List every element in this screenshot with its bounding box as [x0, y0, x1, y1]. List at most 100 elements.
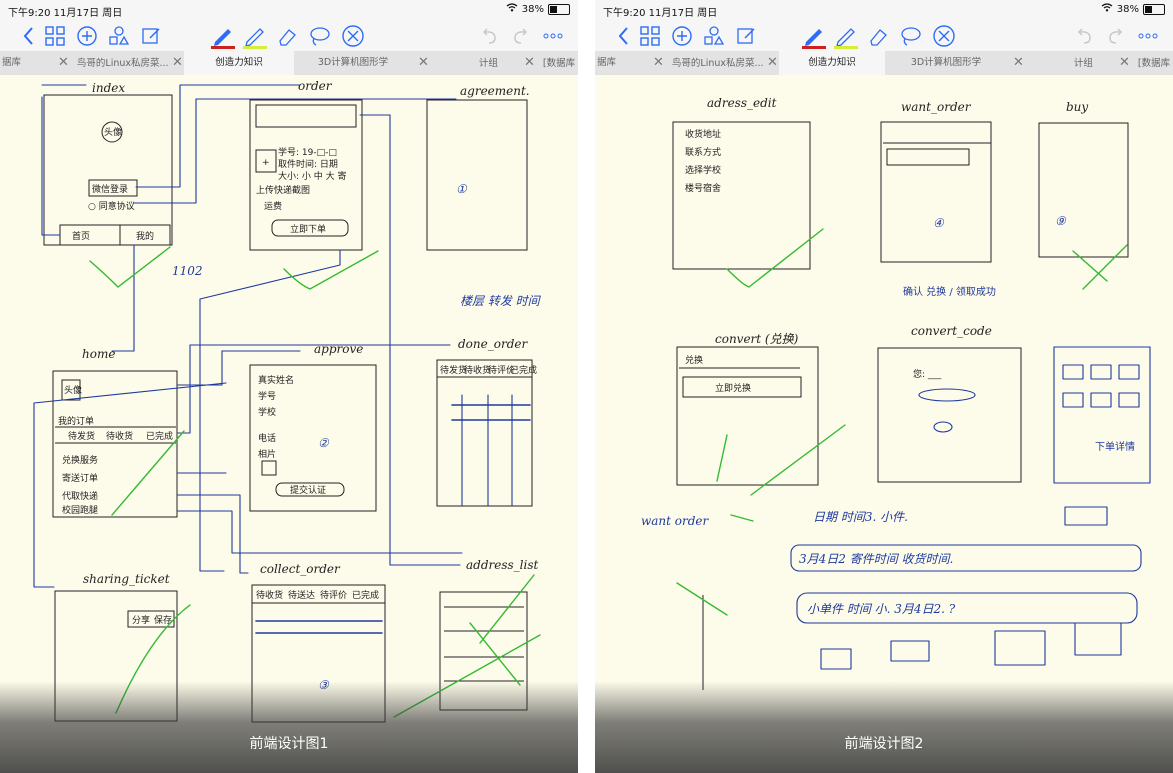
agree-label: ○ 同意协议 — [88, 200, 135, 212]
close-circle-icon[interactable] — [340, 23, 366, 49]
highlighter-icon[interactable] — [242, 23, 268, 49]
status-time: 下午9:20 11月17日 周日 — [8, 8, 123, 19]
tab-creativity[interactable]: 创造力知识 — [779, 51, 885, 75]
tab-computer-org[interactable]: ✕ 计组 — [1007, 51, 1125, 75]
svg-text:学校: 学校 — [258, 406, 276, 418]
index-frame — [43, 94, 173, 246]
battery-icon — [1143, 3, 1165, 15]
lasso-icon[interactable] — [897, 23, 923, 49]
more-icon[interactable] — [1135, 23, 1161, 49]
svg-text:待发货: 待发货 — [440, 364, 467, 376]
highlighter-icon[interactable] — [833, 23, 859, 49]
svg-text:立即下单: 立即下单 — [290, 223, 326, 235]
label-address-list: address_list — [466, 558, 539, 572]
tab-close[interactable]: ✕ — [172, 51, 184, 75]
label-done-order: done_order — [458, 337, 528, 351]
svg-text:小单件 时间 小. 3月4日2. ?: 小单件 时间 小. 3月4日2. ? — [807, 602, 956, 616]
more-icon[interactable] — [540, 23, 566, 49]
tab-close[interactable]: ✕ — [767, 51, 779, 75]
toolbar — [595, 20, 1173, 51]
undo-icon[interactable] — [476, 23, 502, 49]
label-agreement: agreement. — [460, 84, 530, 98]
note-mid: 确认 兑换 / 领取成功 — [903, 285, 996, 298]
lasso-icon[interactable] — [306, 23, 332, 49]
svg-text:①: ① — [456, 182, 468, 196]
label-order: order — [298, 79, 333, 93]
svg-text:分享: 分享 — [132, 614, 150, 626]
close-icon: ✕ — [524, 55, 535, 70]
svg-text:头像: 头像 — [64, 384, 82, 396]
screenshot-right: 下午9:20 11月17日 周日 38% 据库 ✕ 鸟哥的Linux私房菜... … — [595, 0, 1173, 773]
tab-linux[interactable]: ✕ 鸟哥的Linux私房菜... — [647, 51, 773, 75]
svg-text:运费: 运费 — [264, 200, 282, 212]
svg-text:3月4日2 寄件时间 收货时间.: 3月4日2 寄件时间 收货时间. — [799, 552, 953, 566]
redo-icon[interactable] — [508, 23, 534, 49]
caption-bar: 前端设计图1 — [0, 681, 578, 773]
pen-tool-icon[interactable] — [210, 23, 236, 49]
label-approve: approve — [314, 342, 363, 356]
svg-text:真实姓名: 真实姓名 — [258, 374, 294, 386]
shapes-icon[interactable] — [701, 23, 727, 49]
svg-text:兑换服务: 兑换服务 — [62, 454, 98, 466]
sketch-canvas[interactable]: adress_edit 收货地址 联系方式 选择学校 楼号宿舍 want_ord… — [595, 75, 1173, 773]
add-page-icon[interactable] — [669, 23, 695, 49]
tab-bar: 据库 ✕ 鸟哥的Linux私房菜... ✕ 创造力知识 3D计算机图形学 ✕ 计组 … — [595, 51, 1173, 76]
close-icon: ✕ — [1013, 55, 1024, 70]
svg-text:我的订单: 我的订单 — [58, 415, 94, 427]
tab-database[interactable]: 据库 — [0, 51, 54, 75]
svg-text:已完成: 已完成 — [510, 364, 537, 376]
tab-linux[interactable]: ✕ 鸟哥的Linux私房菜... — [52, 51, 178, 75]
svg-text:取件时间: 日期: 取件时间: 日期 — [278, 158, 338, 170]
tab-3d-graphics[interactable]: 3D计算机图形学 — [885, 51, 1007, 75]
back-icon[interactable] — [16, 23, 42, 49]
status-right: 38% — [506, 3, 570, 15]
close-icon: ✕ — [58, 55, 69, 70]
svg-text:联系方式: 联系方式 — [685, 146, 721, 158]
list-sketch — [1053, 346, 1151, 484]
svg-text:⑨: ⑨ — [1055, 214, 1067, 228]
tab-creativity[interactable]: 创造力知识 — [184, 51, 294, 75]
note-1102: 1102 — [172, 264, 203, 278]
note-list: 下单详情 — [1095, 440, 1135, 453]
svg-text:待评价: 待评价 — [320, 589, 347, 601]
svg-text:+: + — [262, 158, 270, 168]
tab-3d-graphics[interactable]: 3D计算机图形学 — [294, 51, 412, 75]
edit-icon[interactable] — [733, 23, 759, 49]
home-tab-label: 首页 — [72, 230, 90, 242]
pen-tool-icon[interactable] — [801, 23, 827, 49]
agreement-frame — [426, 99, 528, 251]
close-circle-icon[interactable] — [931, 23, 957, 49]
edit-icon[interactable] — [138, 23, 164, 49]
eraser-icon[interactable] — [274, 23, 300, 49]
wifi-icon — [1101, 3, 1113, 15]
add-page-icon[interactable] — [74, 23, 100, 49]
tab-database-2[interactable]: ✕ [数据库 — [520, 51, 578, 75]
undo-icon[interactable] — [1071, 23, 1097, 49]
screenshot-left: 下午9:20 11月17日 周日 38% 据库 ✕ 鸟哥的Linux私房菜... … — [0, 0, 578, 773]
svg-text:兑换: 兑换 — [685, 354, 703, 366]
tab-database[interactable]: 据库 — [595, 51, 649, 75]
note-date: 日期 时间3. 小件. — [813, 510, 908, 524]
label-want-order: want_order — [901, 100, 972, 114]
eraser-icon[interactable] — [865, 23, 891, 49]
svg-text:待发货: 待发货 — [68, 430, 95, 442]
close-icon: ✕ — [418, 55, 429, 70]
shapes-icon[interactable] — [106, 23, 132, 49]
label-adress-edit: adress_edit — [707, 96, 777, 110]
label-index: index — [92, 81, 125, 95]
svg-text:④: ④ — [933, 216, 945, 230]
done-order-frame — [436, 359, 533, 507]
grid-icon[interactable] — [42, 23, 68, 49]
label-home: home — [82, 347, 115, 361]
tab-database-2[interactable]: ✕ [数据库 — [1115, 51, 1173, 75]
grid-icon[interactable] — [637, 23, 663, 49]
redo-icon[interactable] — [1103, 23, 1129, 49]
tab-bar: 据库 ✕ 鸟哥的Linux私房菜... ✕ 创造力知识 3D计算机图形学 ✕ 计组 … — [0, 51, 578, 76]
sketch-canvas[interactable]: index 头像 微信登录 ○ 同意协议 首页 我的 order + 学号: 1… — [0, 75, 578, 773]
back-icon[interactable] — [611, 23, 637, 49]
status-bar: 下午9:20 11月17日 周日 38% — [0, 0, 578, 20]
convert-button-label: 立即兑换 — [715, 382, 751, 394]
login-label: 微信登录 — [92, 183, 128, 195]
svg-text:待收货: 待收货 — [106, 430, 133, 442]
label-buy: buy — [1066, 100, 1088, 114]
